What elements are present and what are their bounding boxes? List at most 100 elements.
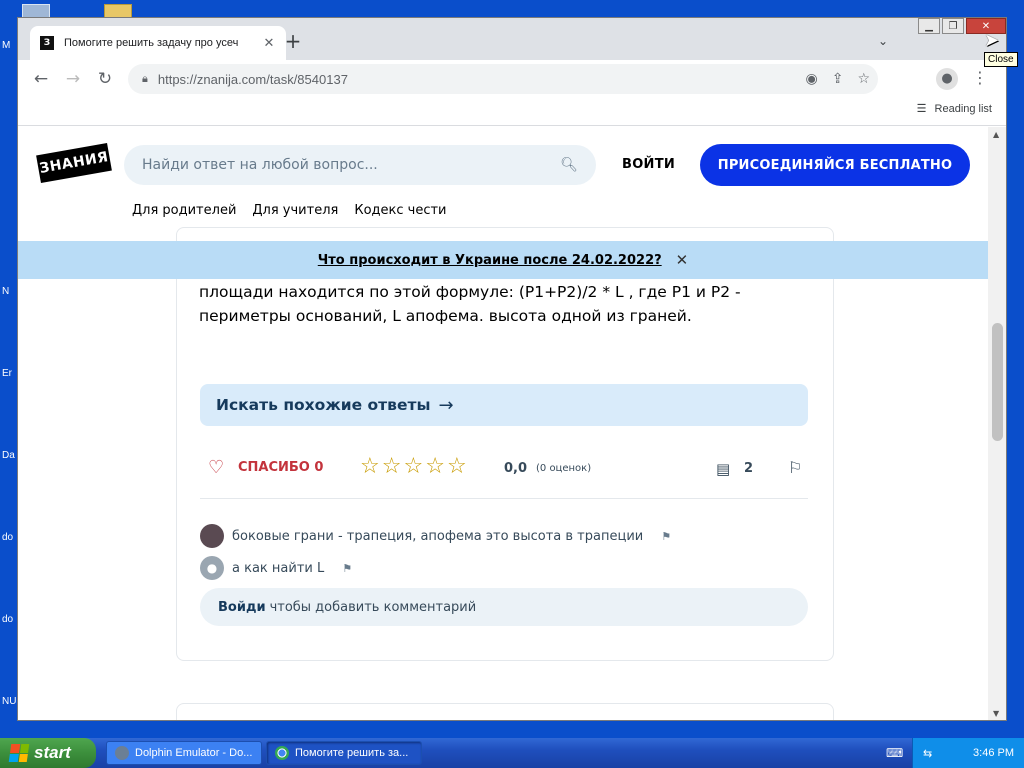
reading-list-icon: ☰	[916, 103, 927, 115]
address-bar[interactable]: 🔒︎ https://znanija.com/task/8540137 ◉ ⇪ …	[128, 64, 878, 94]
desktop-label[interactable]: Da	[2, 450, 15, 461]
search-input[interactable]: Найди ответ на любой вопрос... 🔍︎	[124, 145, 596, 185]
bookmark-star-icon[interactable]: ☆	[857, 71, 870, 87]
banner-link[interactable]: Что происходит в Украине после 24.02.202…	[318, 253, 662, 268]
share-icon[interactable]: ⇪	[832, 71, 844, 87]
divider	[200, 498, 808, 499]
browser-tab[interactable]: З Помогите решить задачу про усеч ✕	[30, 26, 286, 60]
avatar[interactable]: ●	[200, 556, 224, 580]
star-icon[interactable]: ☆	[360, 456, 380, 478]
comment-item: боковые грани - трапеция, апофема это вы…	[200, 524, 671, 548]
page-scrollbar[interactable]: ▲ ▼	[988, 127, 1006, 720]
arrow-right-icon: →	[438, 394, 454, 416]
info-banner: Что происходит в Украине после 24.02.202…	[18, 241, 988, 279]
search-placeholder: Найди ответ на любой вопрос...	[142, 157, 378, 173]
dolphin-icon	[115, 746, 129, 760]
browser-toolbar: ← → ↻ 🔒︎ https://znanija.com/task/854013…	[18, 60, 1006, 96]
next-answer-card	[176, 703, 834, 720]
add-comment-text: чтобы добавить комментарий	[269, 599, 477, 615]
comment-icon[interactable]: ▤	[716, 460, 730, 478]
join-button[interactable]: ПРИСОЕДИНЯЙСЯ БЕСПЛАТНО	[700, 144, 970, 186]
star-icon[interactable]: ☆	[447, 456, 467, 478]
login-link[interactable]: Войди	[218, 600, 266, 615]
desktop-icon-computer[interactable]	[22, 4, 50, 18]
taskbar-item-label: Dolphin Emulator - Do...	[135, 747, 253, 759]
close-tooltip: Close	[984, 52, 1018, 67]
clock[interactable]: 3:46 PM	[973, 747, 1014, 759]
start-button[interactable]: start	[0, 738, 96, 768]
tab-title: Помогите решить задачу про усеч	[64, 37, 239, 49]
search-icon[interactable]: 🔍︎	[560, 157, 578, 173]
taskbar-item-chrome[interactable]: Помогите решить за...	[266, 741, 422, 765]
desktop-label[interactable]: do	[2, 532, 13, 543]
system-tray: ⇆ 3:46 PM	[912, 738, 1024, 768]
desktop-label[interactable]: do	[2, 614, 13, 625]
windows-logo-icon	[8, 744, 30, 762]
browser-window: З Помогите решить задачу про усеч ✕ + ⌄ …	[17, 17, 1007, 721]
scroll-up-icon[interactable]: ▲	[993, 130, 999, 139]
comment-item: ● а как найти L ⚑	[200, 556, 352, 580]
rating-count: (0 оценок)	[536, 463, 592, 474]
mouse-cursor-icon: ➤	[984, 30, 1000, 51]
flag-icon[interactable]: ⚑	[661, 530, 671, 543]
add-comment-box[interactable]: Войди чтобы добавить комментарий	[200, 588, 808, 626]
new-tab-button[interactable]: +	[282, 30, 304, 52]
restore-button[interactable]: ❐	[942, 18, 964, 34]
site-logo[interactable]: ЗНАНИЯ	[36, 142, 112, 184]
similar-answers-label: Искать похожие ответы	[216, 396, 431, 414]
profile-avatar-icon[interactable]: ●	[936, 68, 958, 90]
omnibox-actions: ◉ ⇪ ☆	[805, 71, 870, 87]
scroll-down-icon[interactable]: ▼	[993, 709, 999, 718]
keyboard-icon[interactable]: ⌨	[886, 746, 903, 760]
reading-list-button[interactable]: ☰ Reading list	[916, 102, 992, 116]
nav-link-honor-code[interactable]: Кодекс чести	[354, 203, 446, 218]
start-label: start	[34, 743, 71, 762]
network-icon[interactable]: ⇆	[923, 747, 932, 760]
login-button[interactable]: ВОЙТИ	[622, 157, 675, 172]
desktop-label[interactable]: NU	[2, 696, 16, 707]
web-page: ЗНАНИЯ Найди ответ на любой вопрос... 🔍︎…	[18, 127, 988, 720]
chrome-icon	[275, 746, 289, 760]
scroll-thumb[interactable]	[992, 323, 1003, 441]
sub-navigation: Для родителей Для учителя Кодекс чести	[132, 203, 447, 218]
answer-actions: ♡ СПАСИБО 0 ☆ ☆ ☆ ☆ ☆ 0,0 (0 оценок) ▤ 2…	[208, 456, 808, 483]
desktop-label[interactable]: N	[2, 286, 9, 297]
star-icon[interactable]: ☆	[425, 456, 445, 478]
menu-dots-icon[interactable]: ⋮	[972, 68, 988, 87]
tab-close-icon[interactable]: ✕	[262, 36, 276, 51]
tab-strip: З Помогите решить задачу про усеч ✕ + ⌄ …	[18, 18, 1006, 60]
rating-value: 0,0	[504, 461, 528, 476]
banner-close-icon[interactable]: ✕	[676, 251, 689, 269]
desktop-label[interactable]: M	[2, 40, 10, 51]
comment-count[interactable]: 2	[744, 461, 753, 476]
comment-text: а как найти L	[232, 560, 325, 576]
avatar[interactable]	[200, 524, 224, 548]
url-text[interactable]: https://znanija.com/task/8540137	[158, 72, 348, 87]
comment-text: боковые грани - трапеция, апофема это вы…	[232, 528, 644, 544]
taskbar-item-dolphin[interactable]: Dolphin Emulator - Do...	[106, 741, 262, 765]
flag-icon[interactable]: ⚑	[342, 562, 352, 575]
tab-search-chevron-icon[interactable]: ⌄	[878, 34, 888, 48]
nav-link-parents[interactable]: Для родителей	[132, 203, 236, 218]
heart-icon[interactable]: ♡	[208, 457, 224, 478]
lock-icon[interactable]: 🔒︎	[142, 72, 148, 86]
thanks-button[interactable]: СПАСИБО 0	[238, 460, 323, 475]
forward-button[interactable]: →	[62, 68, 84, 90]
desktop-icon-folder[interactable]	[104, 4, 132, 18]
star-icon[interactable]: ☆	[403, 456, 423, 478]
nav-link-teachers[interactable]: Для учителя	[252, 203, 338, 218]
back-button[interactable]: ←	[30, 68, 52, 90]
flag-icon[interactable]: ⚐	[788, 458, 802, 477]
tracking-eye-icon[interactable]: ◉	[805, 71, 817, 87]
similar-answers-button[interactable]: Искать похожие ответы →	[200, 384, 808, 426]
minimize-button[interactable]: ▁	[918, 18, 940, 34]
site-favicon-icon: З	[40, 36, 54, 50]
rating-stars: ☆ ☆ ☆ ☆ ☆	[360, 456, 467, 478]
answer-text: площади находится по этой формуле: (P1+P…	[199, 283, 741, 325]
star-icon[interactable]: ☆	[382, 456, 402, 478]
reading-list-label: Reading list	[934, 102, 992, 115]
reload-button[interactable]: ↻	[94, 68, 116, 90]
bookmark-bar: ☰ Reading list	[18, 96, 1006, 126]
desktop-label[interactable]: Er	[2, 368, 12, 379]
taskbar-item-label: Помогите решить за...	[295, 747, 409, 759]
